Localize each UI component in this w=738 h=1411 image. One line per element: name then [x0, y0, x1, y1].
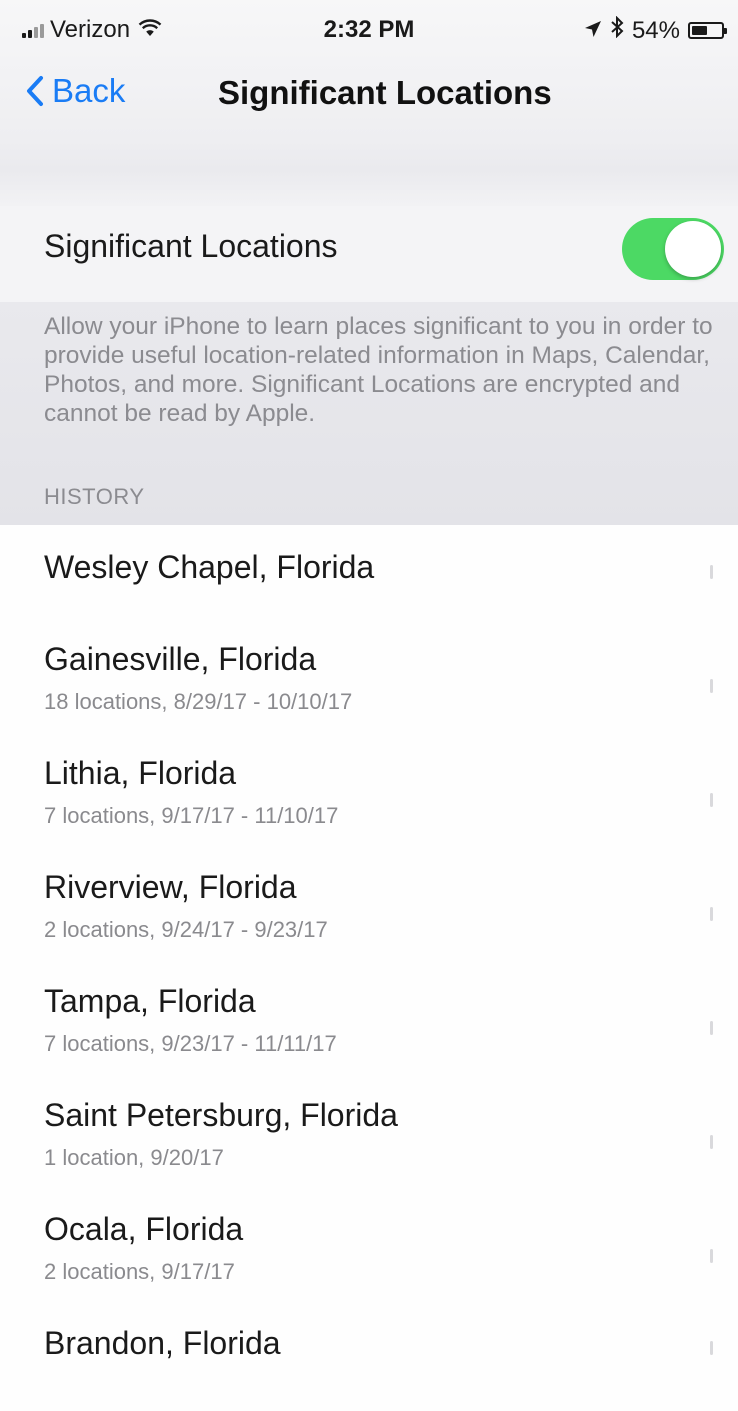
history-item-name: Ocala, Florida — [44, 1211, 244, 1247]
history-item[interactable]: Brandon, Florida — [0, 1301, 738, 1411]
significant-locations-toggle[interactable] — [622, 218, 724, 280]
chevron-right-icon — [710, 1249, 713, 1263]
history-item[interactable]: Riverview, Florida 2 locations, 9/24/17 -… — [0, 845, 738, 955]
page-title: Significant Locations — [218, 74, 552, 111]
back-label: Back — [52, 72, 126, 109]
history-item-detail: 2 locations, 9/17/17 — [44, 1259, 235, 1284]
history-item-detail: 18 locations, 8/29/17 - 10/10/17 — [44, 689, 353, 714]
chevron-left-icon — [27, 76, 43, 106]
history-item-name: Tampa, Florida — [44, 983, 256, 1019]
history-item-name: Saint Petersburg, Florida — [44, 1097, 398, 1133]
history-item-name: Brandon, Florida — [44, 1325, 281, 1361]
back-button[interactable]: Back — [26, 72, 125, 110]
location-arrow-icon — [584, 17, 602, 45]
significant-locations-label: Significant Locations — [44, 228, 338, 264]
chevron-right-icon — [710, 907, 713, 921]
history-item[interactable]: Saint Petersburg, Florida 1 location, 9/2… — [0, 1073, 738, 1183]
status-right: 54% — [584, 15, 727, 45]
toggle-knob — [665, 221, 721, 277]
history-item-name: Gainesville, Florida — [44, 641, 317, 677]
history-item-name: Riverview, Florida — [44, 869, 297, 905]
chevron-right-icon — [710, 679, 713, 693]
bluetooth-icon — [610, 15, 624, 45]
battery-level-fill — [692, 26, 707, 35]
history-item[interactable]: Tampa, Florida 7 locations, 9/23/17 - 11/… — [0, 959, 738, 1069]
chevron-right-icon — [710, 1135, 713, 1149]
history-item-detail: 2 locations, 9/24/17 - 9/23/17 — [44, 917, 328, 942]
history-section-header: HISTORY — [44, 484, 145, 509]
history-item-detail: 7 locations, 9/17/17 - 11/10/17 — [44, 803, 339, 828]
chevron-right-icon — [710, 1341, 713, 1355]
significant-locations-description: Allow your iPhone to learn places signif… — [44, 313, 713, 427]
chevron-right-icon — [710, 1021, 713, 1035]
history-item-detail: 1 location, 9/20/17 — [44, 1145, 224, 1170]
navigation-bar: Back Significant Locations — [0, 60, 738, 126]
chevron-right-icon — [710, 565, 713, 579]
history-item[interactable]: Lithia, Florida 7 locations, 9/17/17 - 11… — [0, 731, 738, 841]
chevron-right-icon — [710, 793, 713, 807]
status-bar: Verizon 2:32 PM 54% — [0, 0, 738, 60]
history-item-name: Lithia, Florida — [44, 755, 237, 791]
history-item-detail: 7 locations, 9/23/17 - 11/11/17 — [44, 1031, 337, 1056]
history-item[interactable]: Gainesville, Florida 18 locations, 8/29/1… — [0, 617, 738, 727]
battery-icon — [688, 22, 727, 39]
battery-percentage: 54% — [631, 16, 680, 44]
history-item-name: Wesley Chapel, Florida — [44, 549, 375, 585]
history-item[interactable]: Ocala, Florida 2 locations, 9/17/17 — [0, 1187, 738, 1297]
